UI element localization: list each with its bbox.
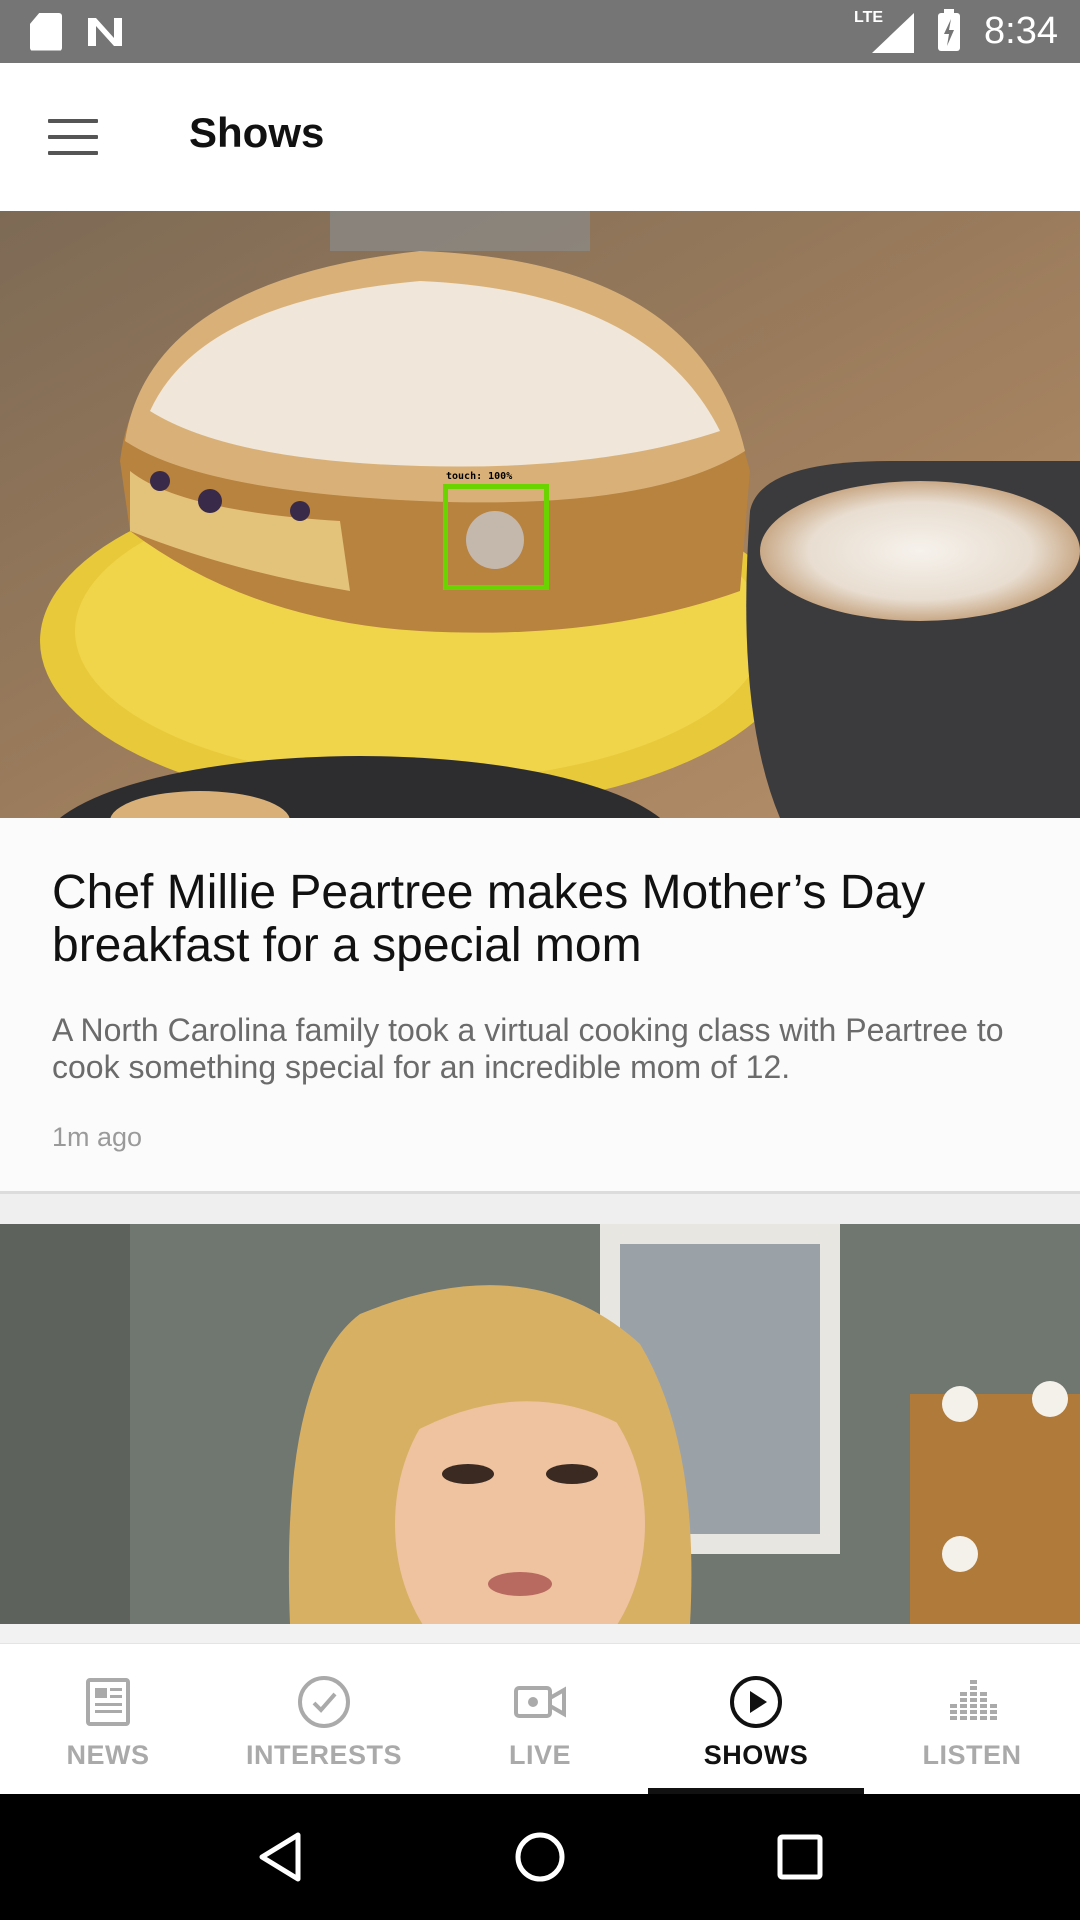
story-body[interactable]: Chef Millie Peartree makes Mother’s Day … [0, 818, 1080, 1191]
portrait-photo [0, 1224, 1080, 1624]
signal-icon: LTE [854, 9, 915, 53]
feed-gap [0, 1194, 1080, 1224]
sd-card-icon [30, 12, 62, 51]
tab-listen[interactable]: LISTEN [864, 1644, 1080, 1794]
story-description: A North Carolina family took a virtual c… [52, 1012, 1004, 1085]
story-card[interactable]: touch: 100% Chef Millie Peartree makes M… [0, 211, 1080, 1194]
feed[interactable]: touch: 100% Chef Millie Peartree makes M… [0, 211, 1080, 1643]
app-bar: Shows [0, 63, 1080, 211]
touch-dot [466, 511, 524, 569]
tab-label: LIVE [508, 1740, 571, 1770]
tab-interests[interactable]: INTERESTS [216, 1644, 432, 1794]
equalizer-icon [950, 1680, 997, 1720]
touch-label: touch: 100% [446, 471, 513, 482]
tab-label: SHOWS [703, 1740, 809, 1770]
battery-icon [938, 8, 961, 51]
status-bar: LTE 8:34 [0, 0, 1080, 63]
n-notification-icon [88, 17, 122, 46]
story-card-2[interactable] [0, 1224, 1080, 1624]
newspaper-icon [86, 1678, 130, 1726]
status-time: 8:34 [984, 10, 1058, 52]
tab-shows[interactable]: SHOWS [648, 1644, 864, 1794]
status-right: LTE 8:34 [854, 8, 1058, 53]
menu-icon[interactable] [48, 119, 98, 155]
page-title: Shows [189, 109, 325, 156]
video-camera-icon [514, 1686, 566, 1718]
tab-label: NEWS [66, 1740, 150, 1770]
recents-icon[interactable] [770, 1827, 830, 1887]
status-left [30, 12, 124, 51]
tab-label: LISTEN [922, 1740, 1022, 1770]
story-title[interactable]: Chef Millie Peartree makes Mother’s Day … [52, 866, 1028, 972]
system-nav-bar [0, 1794, 1080, 1920]
tab-news[interactable]: NEWS [0, 1644, 216, 1794]
tab-label: INTERESTS [245, 1740, 403, 1770]
check-circle-icon [298, 1676, 350, 1728]
story-timestamp: 1m ago [52, 1122, 143, 1152]
tab-live[interactable]: LIVE [432, 1644, 648, 1794]
back-icon[interactable] [250, 1827, 310, 1887]
home-icon[interactable] [510, 1827, 570, 1887]
story-image[interactable]: touch: 100% [0, 211, 1080, 818]
story-image-2[interactable] [0, 1224, 1080, 1624]
bottom-nav: NEWS INTERESTS LIVE SHOWS LISTEN [0, 1643, 1080, 1794]
play-circle-icon [730, 1676, 782, 1728]
